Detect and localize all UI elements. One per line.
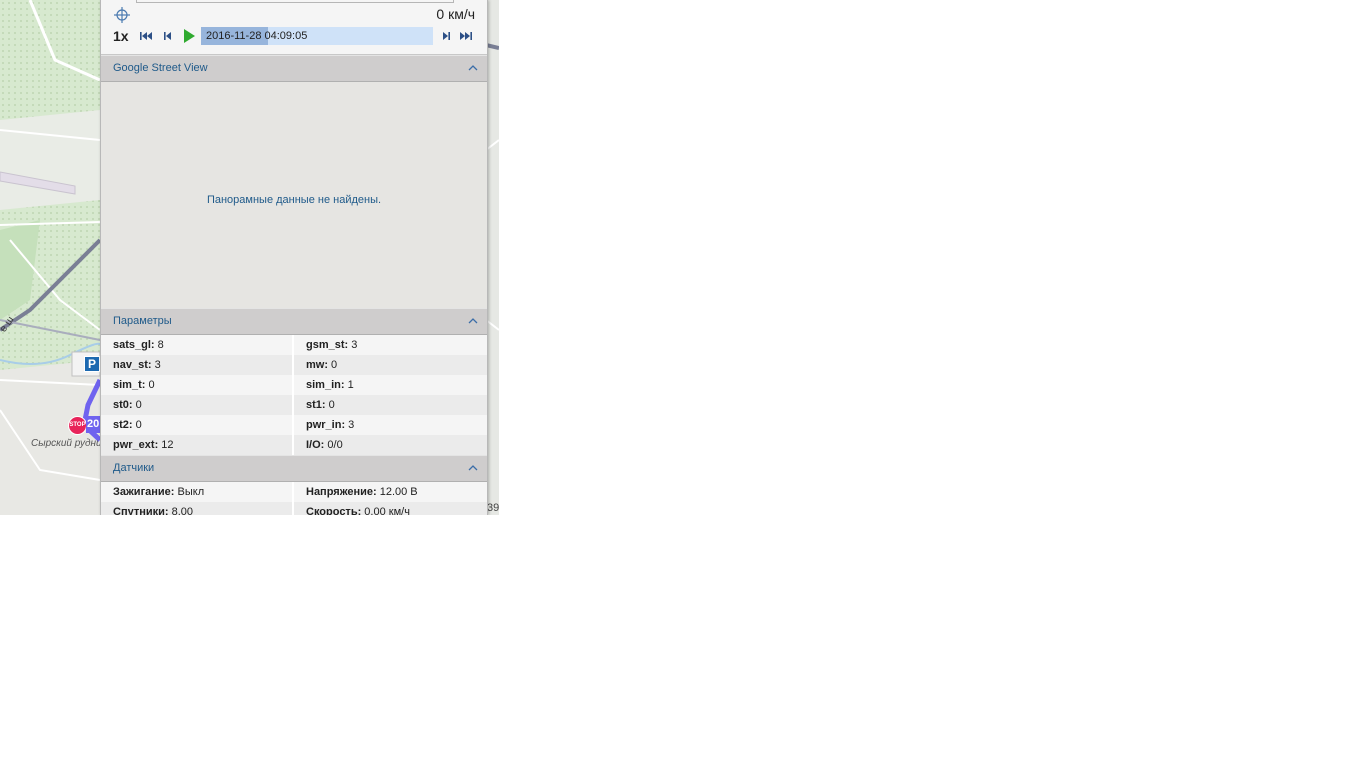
column-separator <box>292 335 294 455</box>
param-key: pwr_ext: <box>113 439 159 451</box>
param-value: 0 <box>132 399 142 411</box>
street-view-title: Google Street View <box>113 62 208 74</box>
param-key: nav_st: <box>113 359 152 371</box>
crosshair-icon[interactable] <box>114 7 130 23</box>
param-value: 3 <box>151 359 161 371</box>
step-back-icon[interactable] <box>161 30 175 42</box>
play-icon[interactable] <box>182 28 196 44</box>
street-view-header[interactable]: Google Street View <box>101 55 487 82</box>
place-label: Сырский рудник <box>31 438 107 449</box>
param-key: I/O: <box>306 439 325 451</box>
param-key: Зажигание: <box>113 486 175 498</box>
params-title: Параметры <box>113 315 172 327</box>
param-key: st2: <box>113 419 133 431</box>
top-slider[interactable] <box>136 0 454 3</box>
param-row: sats_gl: 8 gsm_st: 3 <box>101 335 487 355</box>
param-key: Скорость: <box>306 506 362 515</box>
param-value: 12 <box>158 439 174 451</box>
params-grid: sats_gl: 8 gsm_st: 3 nav_st: 3 mw: 0 sim_t: … <box>101 335 487 455</box>
map-edge-fragment: 39 <box>487 502 499 514</box>
param-row: nav_st: 3 mw: 0 <box>101 355 487 375</box>
param-value: 3 <box>345 419 355 431</box>
param-key: sim_t: <box>113 379 146 391</box>
param-value: 0 <box>145 379 155 391</box>
sensors-title: Датчики <box>113 462 155 474</box>
param-row: Зажигание: Выкл Напряжение: 12.00 В <box>101 482 487 502</box>
chevron-up-icon[interactable] <box>468 464 478 472</box>
route-number-label: 20 <box>87 418 100 430</box>
param-cell: Зажигание: Выкл <box>113 482 204 502</box>
column-separator <box>292 482 294 515</box>
skip-to-end-icon[interactable] <box>459 30 473 42</box>
params-header[interactable]: Параметры <box>101 308 487 335</box>
chevron-up-icon[interactable] <box>468 317 478 325</box>
stop-marker-icon[interactable]: STOP <box>68 416 87 435</box>
street-view-body: Панорамные данные не найдены. <box>101 82 487 308</box>
param-key: mw: <box>306 359 328 371</box>
param-key: Спутники: <box>113 506 169 515</box>
param-value: 0 <box>328 359 338 371</box>
timeline-timestamp: 2016-11-28 04:09:05 <box>206 30 308 42</box>
param-cell: pwr_ext: 12 <box>113 435 174 455</box>
parking-icon[interactable]: P <box>84 356 100 372</box>
timeline-slider[interactable]: 2016-11-28 04:09:05 <box>201 27 433 45</box>
param-value: 8.00 <box>168 506 194 515</box>
param-key: gsm_st: <box>306 339 349 351</box>
param-value: 12.00 В <box>376 486 418 498</box>
param-key: st0: <box>113 399 133 411</box>
param-key: sim_in: <box>306 379 345 391</box>
param-row: st0: 0 st1: 0 <box>101 395 487 415</box>
param-cell: st0: 0 <box>113 395 142 415</box>
param-cell: I/O: 0/0 <box>306 435 343 455</box>
param-row: pwr_ext: 12 I/O: 0/0 <box>101 435 487 455</box>
param-key: sats_gl: <box>113 339 155 351</box>
param-row: sim_t: 0 sim_in: 1 <box>101 375 487 395</box>
parking-icon-label: P <box>87 357 96 371</box>
param-cell: Спутники: 8.00 <box>113 502 193 515</box>
chevron-up-icon[interactable] <box>468 64 478 72</box>
param-key: Напряжение: <box>306 486 377 498</box>
param-cell: gsm_st: 3 <box>306 335 357 355</box>
param-value: 8 <box>154 339 164 351</box>
player-controls: 0 км/ч 1x 2016-11-28 04:09:05 <box>101 0 487 55</box>
step-forward-icon[interactable] <box>439 30 453 42</box>
param-cell: sim_in: 1 <box>306 375 354 395</box>
param-cell: pwr_in: 3 <box>306 415 354 435</box>
param-key: pwr_in: <box>306 419 346 431</box>
param-cell: st2: 0 <box>113 415 142 435</box>
param-value: 0 <box>132 419 142 431</box>
param-value: 0.00 км/ч <box>361 506 410 515</box>
param-row: st2: 0 pwr_in: 3 <box>101 415 487 435</box>
param-cell: mw: 0 <box>306 355 337 375</box>
playback-controls: 1x 2016-11-28 04:09:05 <box>113 27 477 45</box>
param-value: 1 <box>344 379 354 391</box>
sensors-header[interactable]: Датчики <box>101 455 487 482</box>
speed-readout: 0 км/ч <box>436 6 475 22</box>
stop-marker-label: STOP <box>69 422 86 428</box>
param-cell: sats_gl: 8 <box>113 335 164 355</box>
param-value: 0 <box>325 399 335 411</box>
track-player-panel: 0 км/ч 1x 2016-11-28 04:09:05 Google Str… <box>100 0 488 515</box>
skip-to-start-icon[interactable] <box>139 30 153 42</box>
param-row: Спутники: 8.00 Скорость: 0.00 км/ч <box>101 502 487 515</box>
speed-multiplier-button[interactable]: 1x <box>113 27 129 45</box>
param-key: st1: <box>306 399 326 411</box>
map-viewport[interactable]: P STOP 20 Сырский рудник е ш 39 0 км/ч 1… <box>0 0 499 515</box>
param-cell: sim_t: 0 <box>113 375 155 395</box>
param-value: 0/0 <box>324 439 343 451</box>
param-cell: st1: 0 <box>306 395 335 415</box>
sensors-grid: Зажигание: Выкл Напряжение: 12.00 В Спутни… <box>101 482 487 515</box>
street-view-message: Панорамные данные не найдены. <box>206 194 382 206</box>
param-cell: Напряжение: 12.00 В <box>306 482 418 502</box>
param-value: 3 <box>348 339 358 351</box>
param-cell: nav_st: 3 <box>113 355 161 375</box>
param-cell: Скорость: 0.00 км/ч <box>306 502 410 515</box>
param-value: Выкл <box>174 486 205 498</box>
